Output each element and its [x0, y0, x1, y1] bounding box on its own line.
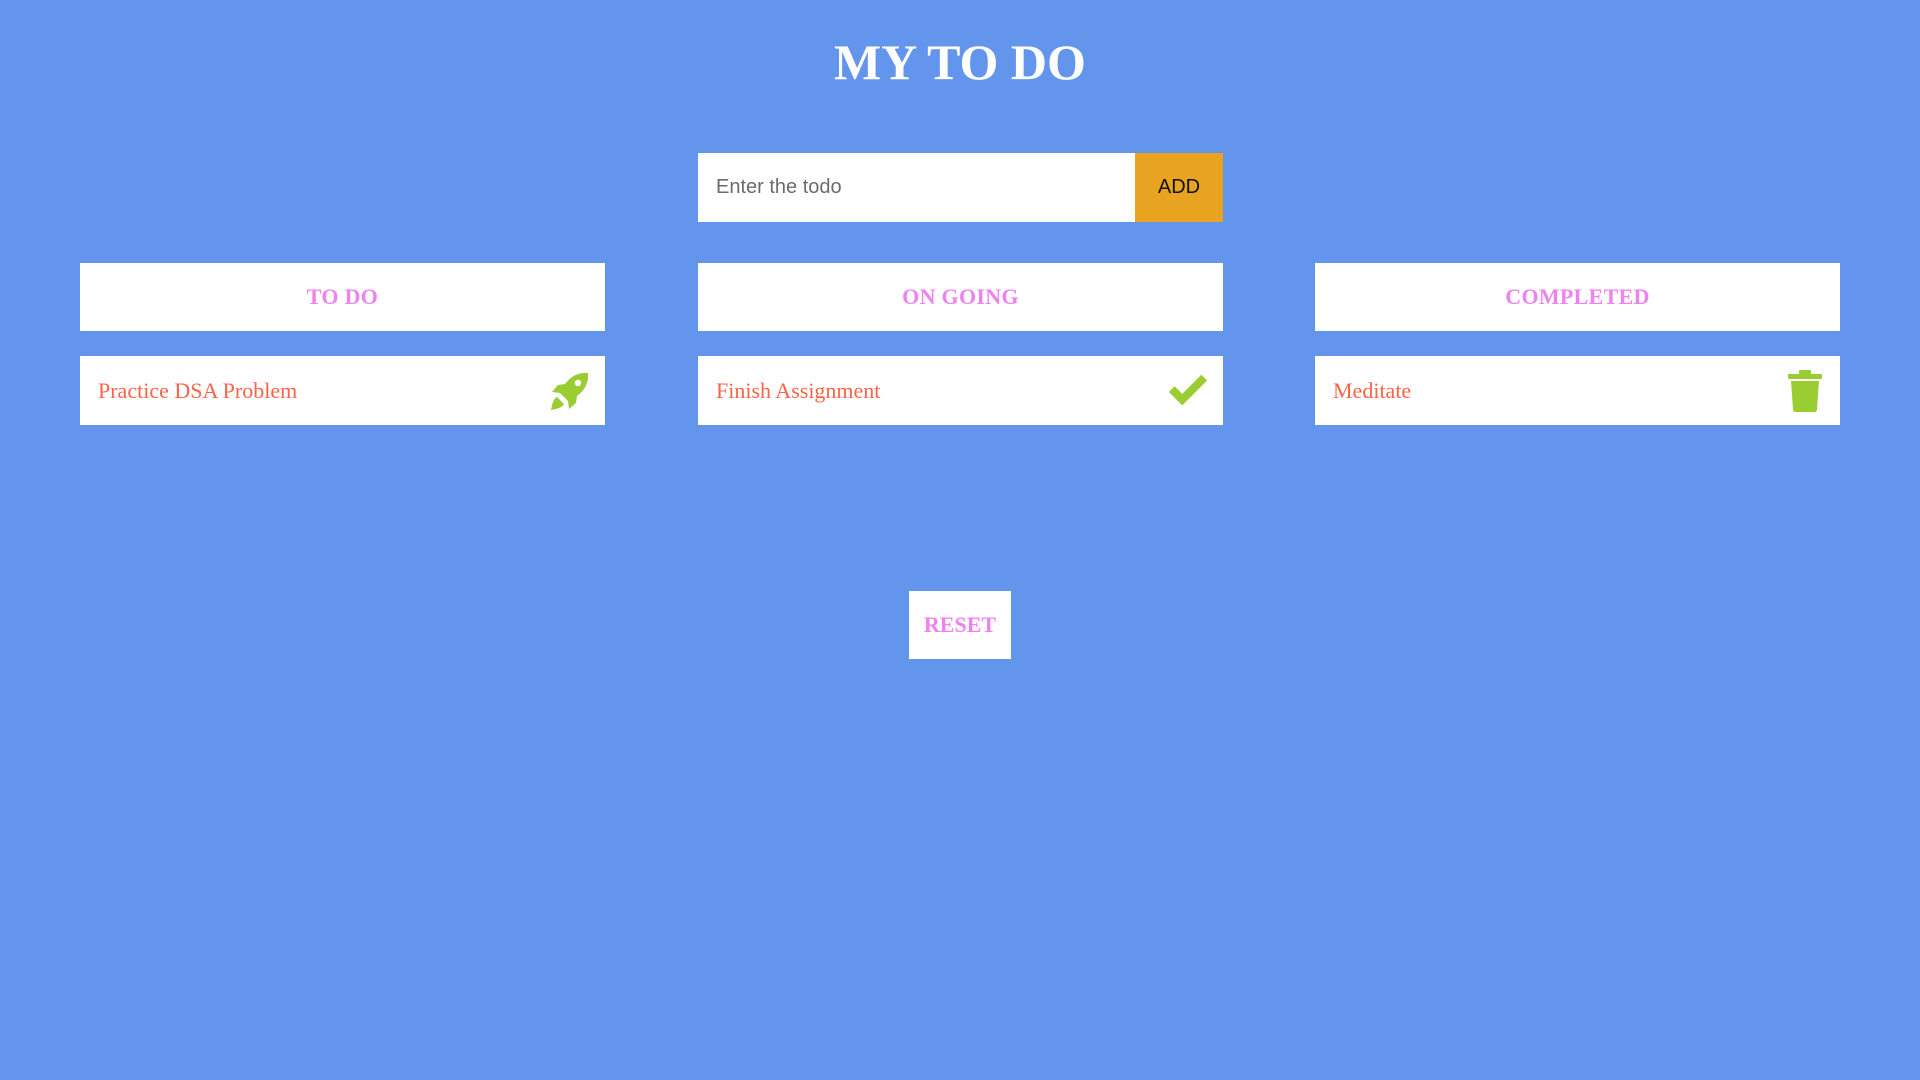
column-completed: COMPLETED Meditate	[1315, 263, 1840, 425]
ongoing-item-text: Finish Assignment	[716, 377, 881, 403]
column-header-completed: COMPLETED	[1315, 263, 1840, 331]
completed-item: Meditate	[1315, 356, 1840, 425]
page-title: MY TO DO	[834, 34, 1086, 90]
check-icon[interactable]	[1167, 370, 1209, 412]
todo-item: Practice DSA Problem	[80, 356, 605, 425]
ongoing-item: Finish Assignment	[698, 356, 1223, 425]
column-todo: TO DO Practice DSA Problem	[80, 263, 605, 425]
column-header-ongoing: ON GOING	[698, 263, 1223, 331]
add-todo-form: ADD	[698, 153, 1223, 222]
completed-item-text: Meditate	[1333, 377, 1412, 403]
rocket-icon[interactable]	[549, 370, 591, 412]
add-button[interactable]: ADD	[1135, 153, 1223, 222]
trash-icon[interactable]	[1784, 369, 1826, 412]
todo-input[interactable]	[698, 153, 1135, 222]
todo-item-text: Practice DSA Problem	[98, 377, 298, 403]
reset-button[interactable]: RESET	[909, 591, 1011, 659]
column-header-todo: TO DO	[80, 263, 605, 331]
column-ongoing: ON GOING Finish Assignment	[698, 263, 1223, 425]
